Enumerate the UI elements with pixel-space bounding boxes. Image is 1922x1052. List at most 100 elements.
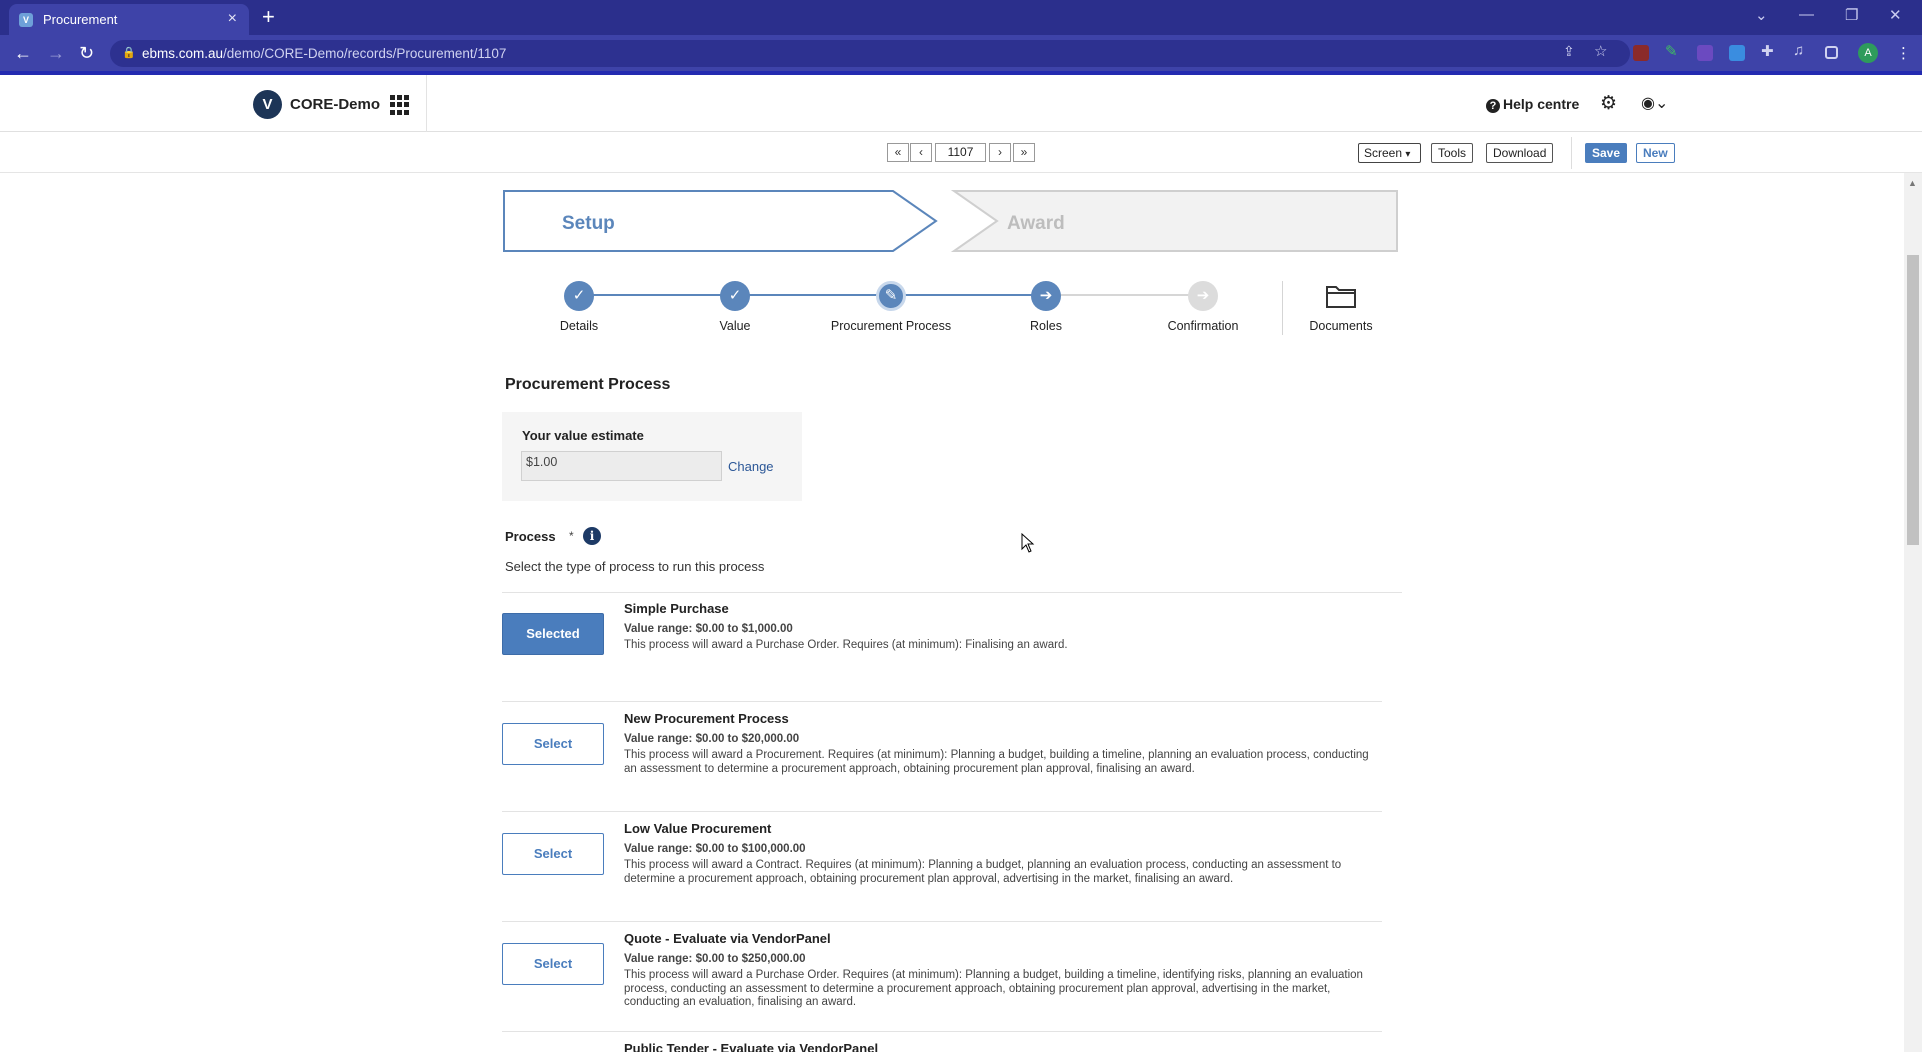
option-name: Low Value Procurement [624,821,772,836]
step-connector-pending [1047,294,1203,296]
new-tab-icon[interactable]: + [262,5,275,29]
extensions-puzzle-icon[interactable]: ✚ [1761,42,1777,60]
scrollbar-thumb[interactable] [1907,255,1919,545]
step-details-label[interactable]: Details [514,319,644,333]
browser-toolbar: ← → ↻ 🔒 ebms.com.au/demo/CORE-Demo/recor… [0,35,1922,71]
user-menu-icon[interactable]: ◉⌄ [1641,93,1668,113]
bookmark-star-icon[interactable]: ☆ [1594,42,1610,60]
browser-menu-icon[interactable]: ⋮ [1896,44,1911,64]
step-roles-arrow-icon[interactable]: ➔ [1031,281,1061,311]
stage-award-label: Award [1007,213,1065,234]
screen-select[interactable]: Screen ▾ [1358,143,1421,163]
option-name: Public Tender - Evaluate via VendorPanel [624,1041,879,1052]
reload-icon[interactable]: ↻ [79,43,94,63]
process-option: Public Tender - Evaluate via VendorPanel [502,1041,1382,1052]
process-help-text: Select the type of process to run this p… [505,559,765,574]
documents-label[interactable]: Documents [1276,319,1406,333]
next-record-icon[interactable]: › [989,143,1011,162]
chevron-down-icon: ▾ [1405,149,1411,160]
select-button[interactable]: Select [502,943,604,985]
scroll-up-icon[interactable]: ▲ [1908,178,1917,188]
option-description: This process will award a Procurement. R… [624,749,1369,775]
step-procurement-process-label[interactable]: Procurement Process [826,319,956,333]
options-top-divider [502,592,1402,593]
mouse-cursor-icon [1021,533,1035,553]
record-number-field[interactable]: 1107 [935,143,986,162]
option-description: This process will award a Purchase Order… [624,639,1068,651]
tab-title: Procurement [43,12,118,27]
extension-save-icon[interactable] [1729,45,1745,61]
extension-pen-icon[interactable]: ✎ [1665,42,1681,60]
option-description: This process will award a Contract. Requ… [624,859,1342,885]
lock-icon: 🔒 [122,47,136,59]
option-divider [502,921,1382,922]
stage-setup-label: Setup [562,213,615,234]
stage-progress: Setup Award [503,190,1398,252]
select-button[interactable]: Select [502,833,604,875]
apps-grid-icon[interactable] [390,95,410,115]
close-window-icon[interactable]: ✕ [1889,6,1902,24]
option-name: Simple Purchase [624,601,729,616]
record-toolbar: « ‹ 1107 › » Screen ▾ Tools Download Sav… [0,133,1922,173]
required-marker: * [569,529,574,543]
help-centre-link[interactable]: ? Help centre [1486,96,1579,113]
app-header: V CORE-Demo ? Help centre ⚙ ◉⌄ [0,75,1922,132]
value-estimate-field: $1.00 [521,451,722,481]
close-tab-icon[interactable]: × [228,10,237,28]
settings-gear-icon[interactable]: ⚙ [1600,92,1617,115]
app-name[interactable]: CORE-Demo [290,96,380,113]
app-logo[interactable]: V [253,90,282,119]
option-divider [502,701,1382,702]
back-icon[interactable]: ← [14,43,32,63]
download-button[interactable]: Download [1486,143,1554,163]
tab-search-icon[interactable]: ⌄ [1755,6,1768,24]
option-divider [502,1031,1382,1032]
option-value-range: Value range: $0.00 to $250,000.00 [624,953,806,965]
toolbar-divider [1571,137,1572,169]
step-procurement-pencil-icon[interactable]: ✎ [876,281,906,311]
browser-tab[interactable]: V Procurement × [9,4,249,35]
url-host: ebms.com.au [142,46,224,61]
site-favicon-icon: V [19,12,33,27]
screen-select-value: Screen [1364,146,1403,160]
selected-button[interactable]: Selected [502,613,604,655]
save-button[interactable]: Save [1585,143,1628,163]
previous-record-icon[interactable]: ‹ [910,143,932,162]
address-bar[interactable]: 🔒 ebms.com.au/demo/CORE-Demo/records/Pro… [110,40,1630,67]
help-label: Help centre [1503,96,1580,112]
step-confirmation-arrow-icon[interactable]: ➔ [1188,281,1218,311]
option-description: This process will award a Purchase Order… [624,969,1363,1008]
extension-purple-icon[interactable] [1697,45,1713,61]
documents-folder-icon[interactable] [1325,283,1357,309]
side-panel-icon[interactable] [1825,46,1838,59]
extension-red-icon[interactable] [1633,45,1649,61]
restore-icon[interactable]: ❐ [1845,6,1858,24]
option-divider [502,811,1382,812]
info-icon[interactable]: i [583,527,601,545]
new-button[interactable]: New [1636,143,1675,163]
first-record-icon[interactable]: « [887,143,909,162]
last-record-icon[interactable]: » [1013,143,1035,162]
option-name: New Procurement Process [624,711,789,726]
profile-avatar[interactable]: A [1858,43,1878,63]
step-confirmation-label[interactable]: Confirmation [1138,319,1268,333]
step-details-check-icon[interactable]: ✓ [564,281,594,311]
browser-tab-bar: V Procurement × + ⌄ — ❐ ✕ [0,0,1922,35]
tools-button[interactable]: Tools [1431,143,1474,163]
forward-icon[interactable]: → [47,43,65,63]
header-divider [426,75,427,132]
option-value-range: Value range: $0.00 to $1,000.00 [624,623,793,635]
step-value-check-icon[interactable]: ✓ [720,281,750,311]
share-icon[interactable]: ⇪ [1563,43,1579,59]
process-label: Process [505,529,556,544]
select-button[interactable]: Select [502,723,604,765]
media-control-icon[interactable]: ♫ [1793,42,1809,59]
step-value-label[interactable]: Value [670,319,800,333]
value-estimate-label: Your value estimate [522,428,644,443]
option-value-range: Value range: $0.00 to $20,000.00 [624,733,800,745]
step-roles-label[interactable]: Roles [981,319,1111,333]
minimize-icon[interactable]: — [1799,6,1814,23]
change-estimate-link[interactable]: Change [728,459,774,474]
help-icon: ? [1486,99,1500,113]
option-value-range: Value range: $0.00 to $100,000.00 [624,843,806,855]
